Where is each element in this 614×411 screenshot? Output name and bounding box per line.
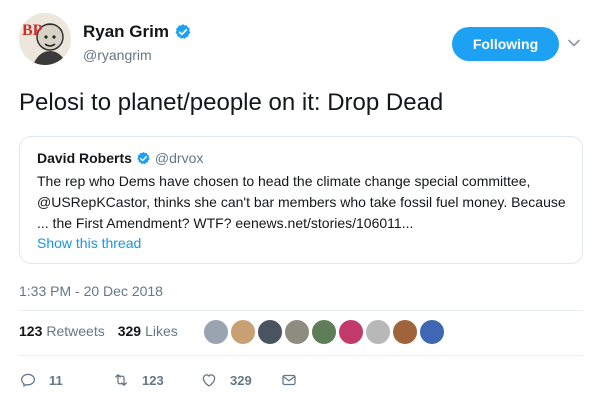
reply-icon bbox=[20, 373, 36, 387]
show-thread-link[interactable]: Show this thread bbox=[37, 235, 141, 251]
retweet-icon bbox=[115, 374, 127, 386]
verified-badge-icon bbox=[174, 23, 192, 41]
engagement-stats: 123 Retweets 329 Likes bbox=[19, 323, 191, 339]
retweet-count: 123 bbox=[142, 372, 164, 388]
liker-avatar[interactable] bbox=[203, 319, 229, 345]
likes-count[interactable]: 329 bbox=[118, 323, 141, 339]
quoted-text-line: The rep who Dems have chosen to head the… bbox=[37, 173, 531, 189]
quoted-tweet-text: The rep who Dems have chosen to head the… bbox=[37, 171, 567, 234]
author-avatar[interactable]: BP bbox=[19, 13, 71, 65]
divider bbox=[19, 310, 583, 311]
like-button[interactable]: 329 bbox=[200, 371, 280, 389]
quoted-text-line: ... the First Amendment? WTF? eenews.net… bbox=[37, 215, 414, 231]
tweet-text: Pelosi to planet/people on it: Drop Dead bbox=[19, 89, 444, 116]
liker-avatars bbox=[203, 319, 446, 345]
tweet-card: BP Ryan Grim @ryangrim Following Pelosi … bbox=[0, 0, 614, 411]
liker-avatar[interactable] bbox=[230, 319, 256, 345]
retweet-button[interactable]: 123 bbox=[112, 371, 200, 389]
liker-avatar[interactable] bbox=[392, 319, 418, 345]
tweet-timestamp[interactable]: 1:33 PM - 20 Dec 2018 bbox=[19, 283, 163, 299]
liker-avatar[interactable] bbox=[365, 319, 391, 345]
divider bbox=[19, 355, 583, 356]
reply-count: 11 bbox=[49, 372, 63, 388]
heart-icon bbox=[202, 374, 216, 387]
liker-avatar[interactable] bbox=[311, 319, 337, 345]
quoted-author-handle: @drvox bbox=[154, 150, 204, 166]
liker-avatar[interactable] bbox=[257, 319, 283, 345]
author-display-name[interactable]: Ryan Grim bbox=[83, 22, 169, 42]
quoted-tweet-header: David Roberts @drvox bbox=[37, 150, 203, 166]
likes-label[interactable]: Likes bbox=[145, 323, 178, 339]
svg-text:BP: BP bbox=[22, 22, 43, 39]
following-button[interactable]: Following bbox=[452, 27, 559, 61]
action-bar: 11 123 329 bbox=[19, 371, 298, 389]
envelope-icon bbox=[282, 374, 296, 386]
liker-avatar[interactable] bbox=[419, 319, 445, 345]
retweets-label[interactable]: Retweets bbox=[46, 323, 104, 339]
reply-button[interactable]: 11 bbox=[19, 371, 112, 389]
liker-avatar[interactable] bbox=[284, 319, 310, 345]
quoted-text-line: @USRepKCastor, thinks she can't bar memb… bbox=[37, 194, 566, 210]
direct-message-button[interactable] bbox=[280, 371, 298, 389]
author-name-row: Ryan Grim bbox=[83, 22, 192, 42]
verified-badge-icon bbox=[136, 151, 151, 166]
chevron-down-icon[interactable] bbox=[567, 36, 581, 50]
liker-avatar[interactable] bbox=[338, 319, 364, 345]
like-count: 329 bbox=[230, 372, 252, 388]
quoted-tweet[interactable]: David Roberts @drvox The rep who Dems ha… bbox=[19, 136, 583, 264]
author-handle[interactable]: @ryangrim bbox=[83, 47, 152, 63]
quoted-author-name: David Roberts bbox=[37, 150, 132, 166]
retweets-count[interactable]: 123 bbox=[19, 323, 42, 339]
